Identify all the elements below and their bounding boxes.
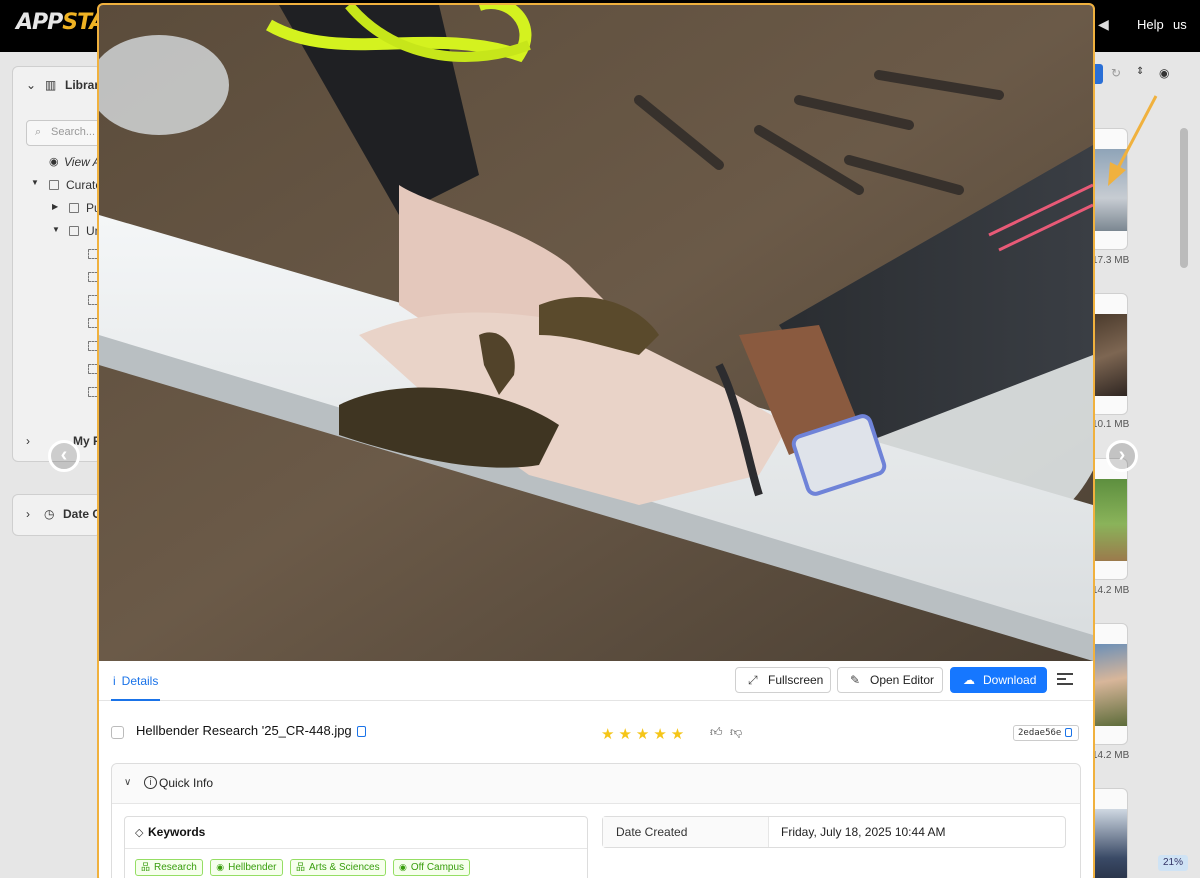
asset-card[interactable] [1090,293,1128,415]
asset-card[interactable] [1090,788,1128,878]
expand-icon: ⤢ [748,673,758,687]
expand-chevron-icon[interactable]: › [26,507,30,521]
fullscreen-label: Fullscreen [768,673,824,687]
search-icon: ⌕ [35,126,42,138]
thumbs-down-icon[interactable]: 👎︎ [730,725,742,740]
quick-info-title: Quick Info [159,776,214,790]
hierarchy-icon: 品 [141,862,151,872]
keywords-box: ◇ Keywords 品 Research ◉ Hellbender 品 Arts &… [124,816,588,878]
tab-details-label: Details [121,674,159,688]
language-selector[interactable]: us [1173,17,1187,32]
keyword-label: Hellbender [228,862,277,873]
edit-icon: ✎ [850,673,861,687]
chevron-down-icon: ∨ [124,777,132,788]
open-editor-button[interactable]: ✎ Open Editor [837,667,943,693]
file-size-label: 10.1 MB [1092,419,1130,430]
asset-filename: Hellbender Research '25_CR-448.jpg [136,723,352,738]
search-placeholder: Search... [51,126,96,138]
eye-icon: ◉ [399,862,407,872]
zoom-level-badge: 21% [1158,855,1188,871]
copy-icon[interactable] [357,726,366,737]
folder-icon [69,203,79,213]
previous-asset-button[interactable]: ‹ [48,440,80,472]
quick-info-header[interactable]: ∨ i Quick Info [112,764,1080,804]
keyword-label: Off Campus [410,862,465,873]
eye-icon[interactable]: ◉ [1159,66,1169,80]
asset-preview-image[interactable] [99,5,1093,661]
select-checkbox[interactable] [111,726,124,739]
folder-icon [69,226,79,236]
asset-card[interactable] [1090,128,1128,250]
caret-down-icon[interactable]: ▼ [31,178,39,187]
copy-icon[interactable] [1065,728,1072,737]
logo-text-part1: APP [16,10,63,35]
next-asset-button[interactable]: › [1106,440,1138,472]
download-label: Download [983,673,1037,687]
details-layout-icon[interactable] [1057,673,1073,687]
keyword-label: Research [154,862,197,873]
eye-icon: ◉ [49,156,59,168]
file-size-label: 14.2 MB [1092,750,1130,761]
asset-title-row: Hellbender Research '25_CR-448.jpg ★★★★★… [99,717,1093,747]
quick-info-section: ∨ i Quick Info ◇ Keywords 品 Research ◉ Hel… [111,763,1081,878]
caret-right-icon[interactable]: ▶ [52,202,58,211]
date-created-row: Date Created Friday, July 18, 2025 10:44… [602,816,1066,848]
collapse-chevron-icon[interactable]: ⌄ [26,78,36,92]
sort-icon[interactable]: ⇕ [1136,66,1144,77]
refresh-icon[interactable]: ↻ [1111,66,1121,80]
file-size-label: 17.3 MB [1092,255,1130,266]
info-circle-icon: i [144,776,157,789]
folder-icon [49,180,59,190]
clock-icon: ◷ [44,507,55,521]
hierarchy-icon: 品 [295,862,305,872]
asset-card[interactable] [1090,458,1128,580]
view-all-item[interactable]: View A [64,155,101,169]
help-link[interactable]: Help [1137,17,1164,32]
date-filter-label[interactable]: Date C [63,507,101,521]
keyword-label: Arts & Sciences [308,862,380,873]
tag-icon: ◇ [135,827,144,839]
asset-viewer-modal: i Details ⤢ Fullscreen ✎ Open Editor ☁ Downl… [97,3,1095,878]
keyword-chip[interactable]: ◉ Hellbender [210,859,283,876]
eye-icon: ◉ [216,862,225,872]
open-editor-label: Open Editor [870,673,935,687]
tab-details[interactable]: i Details [111,661,161,701]
library-books-icon: ▥ [45,78,57,92]
keyword-chip[interactable]: 品 Research [135,859,203,876]
info-icon: i [113,674,116,688]
download-button[interactable]: ☁ Download [950,667,1047,693]
announcement-icon[interactable]: ◀ [1098,16,1114,32]
date-created-label: Date Created [603,817,769,847]
keyword-chip[interactable]: 品 Arts & Sciences [289,859,386,876]
expand-chevron-icon[interactable]: › [26,434,30,448]
grid-scrollbar[interactable] [1180,128,1188,268]
asset-hash-value: 2edae56e [1018,728,1062,738]
fullscreen-button[interactable]: ⤢ Fullscreen [735,667,831,693]
caret-down-icon[interactable]: ▼ [52,225,60,234]
library-search-input[interactable]: ⌕ Search... [26,120,106,146]
star-rating[interactable]: ★★★★★ [601,725,688,743]
date-created-value: Friday, July 18, 2025 10:44 AM [781,825,946,839]
viewer-toolbar: i Details ⤢ Fullscreen ✎ Open Editor ☁ Downl… [99,661,1093,701]
thumbs-up-icon[interactable]: 👍︎ [710,725,723,740]
file-size-label: 14.2 MB [1092,585,1130,596]
keyword-chip[interactable]: ◉ Off Campus [393,859,471,876]
asset-card[interactable] [1090,623,1128,745]
cloud-download-icon: ☁ [963,673,975,687]
keywords-label: Keywords [148,825,206,839]
